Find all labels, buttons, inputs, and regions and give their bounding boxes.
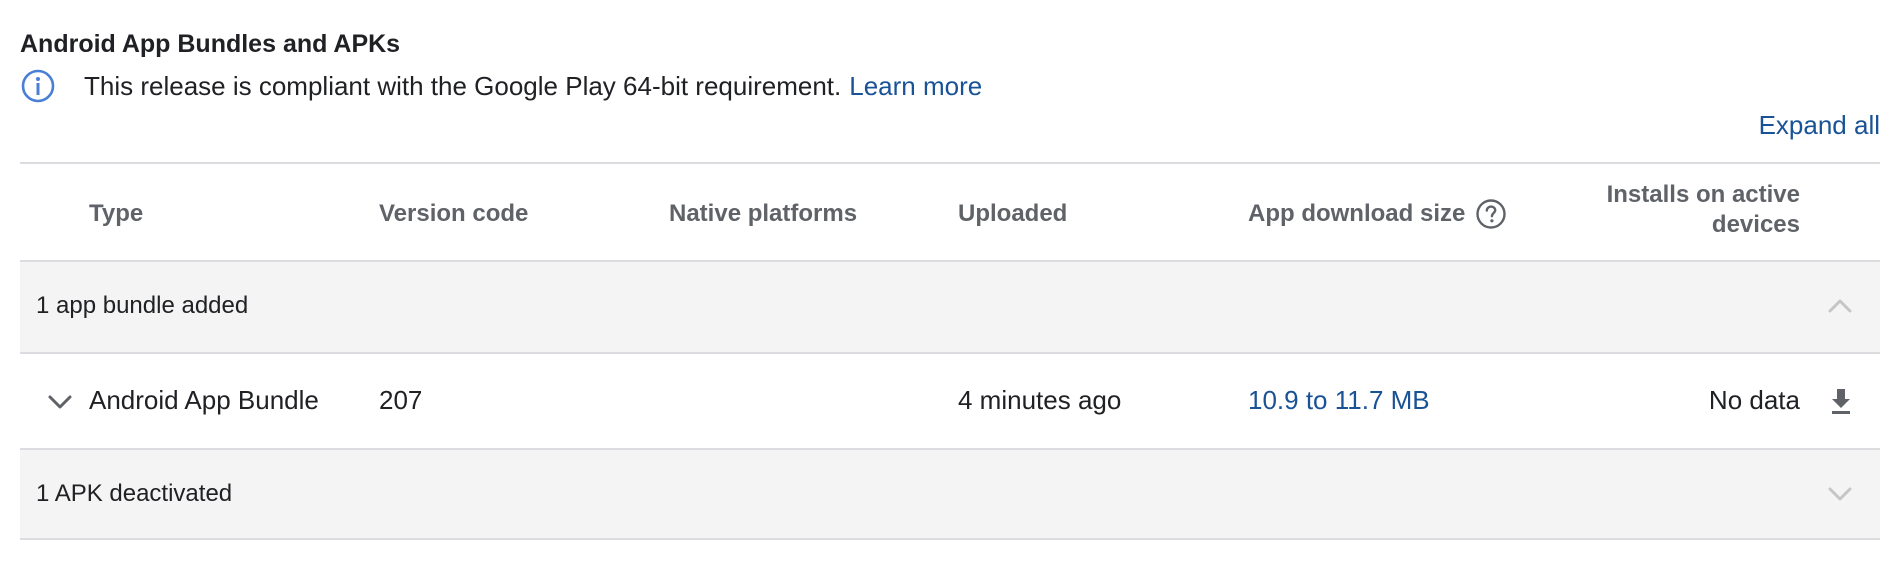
- help-circle-icon[interactable]: [1475, 198, 1507, 230]
- bundles-table: Type Version code Native platforms Uploa…: [20, 162, 1880, 540]
- column-header-installs-line1: Installs on active: [1606, 181, 1800, 208]
- group-row-apks-deactivated[interactable]: 1 APK deactivated: [20, 448, 1880, 540]
- expand-all-link[interactable]: Expand all: [1759, 110, 1880, 141]
- chevron-down-icon[interactable]: [44, 386, 76, 418]
- table-header: Type Version code Native platforms Uploa…: [20, 162, 1880, 260]
- download-icon[interactable]: [1824, 384, 1858, 418]
- row-type: Android App Bundle: [89, 385, 319, 415]
- column-header-app-download-size-label: App download size: [1248, 200, 1466, 227]
- row-version-code: 207: [379, 385, 423, 415]
- table-row: Android App Bundle 207 4 minutes ago 10.…: [20, 352, 1880, 448]
- column-header-uploaded: Uploaded: [958, 200, 1068, 227]
- row-uploaded: 4 minutes ago: [958, 385, 1122, 415]
- compliance-notice: This release is compliant with the Googl…: [20, 68, 982, 104]
- column-header-type: Type: [89, 200, 144, 227]
- info-icon: [21, 69, 55, 103]
- column-header-installs-line2: devices: [1711, 211, 1800, 238]
- column-header-installs: Installs on active devices: [1607, 180, 1800, 240]
- group-label: 1 APK deactivated: [36, 480, 233, 507]
- group-row-app-bundles[interactable]: 1 app bundle added: [20, 260, 1880, 352]
- row-download-size-link[interactable]: 10.9 to 11.7 MB: [1248, 385, 1430, 416]
- row-installs: No data: [1708, 385, 1800, 415]
- group-label: 1 app bundle added: [36, 292, 249, 319]
- section-title: Android App Bundles and APKs: [20, 30, 401, 58]
- column-header-native-platforms: Native platforms: [669, 200, 858, 227]
- notice-text: This release is compliant with the Googl…: [84, 70, 842, 101]
- column-header-version-code: Version code: [379, 200, 529, 227]
- chevron-up-icon[interactable]: [1824, 290, 1856, 322]
- chevron-down-icon[interactable]: [1824, 478, 1856, 510]
- column-header-app-download-size: App download size: [1248, 198, 1507, 230]
- learn-more-link[interactable]: Learn more: [849, 71, 982, 102]
